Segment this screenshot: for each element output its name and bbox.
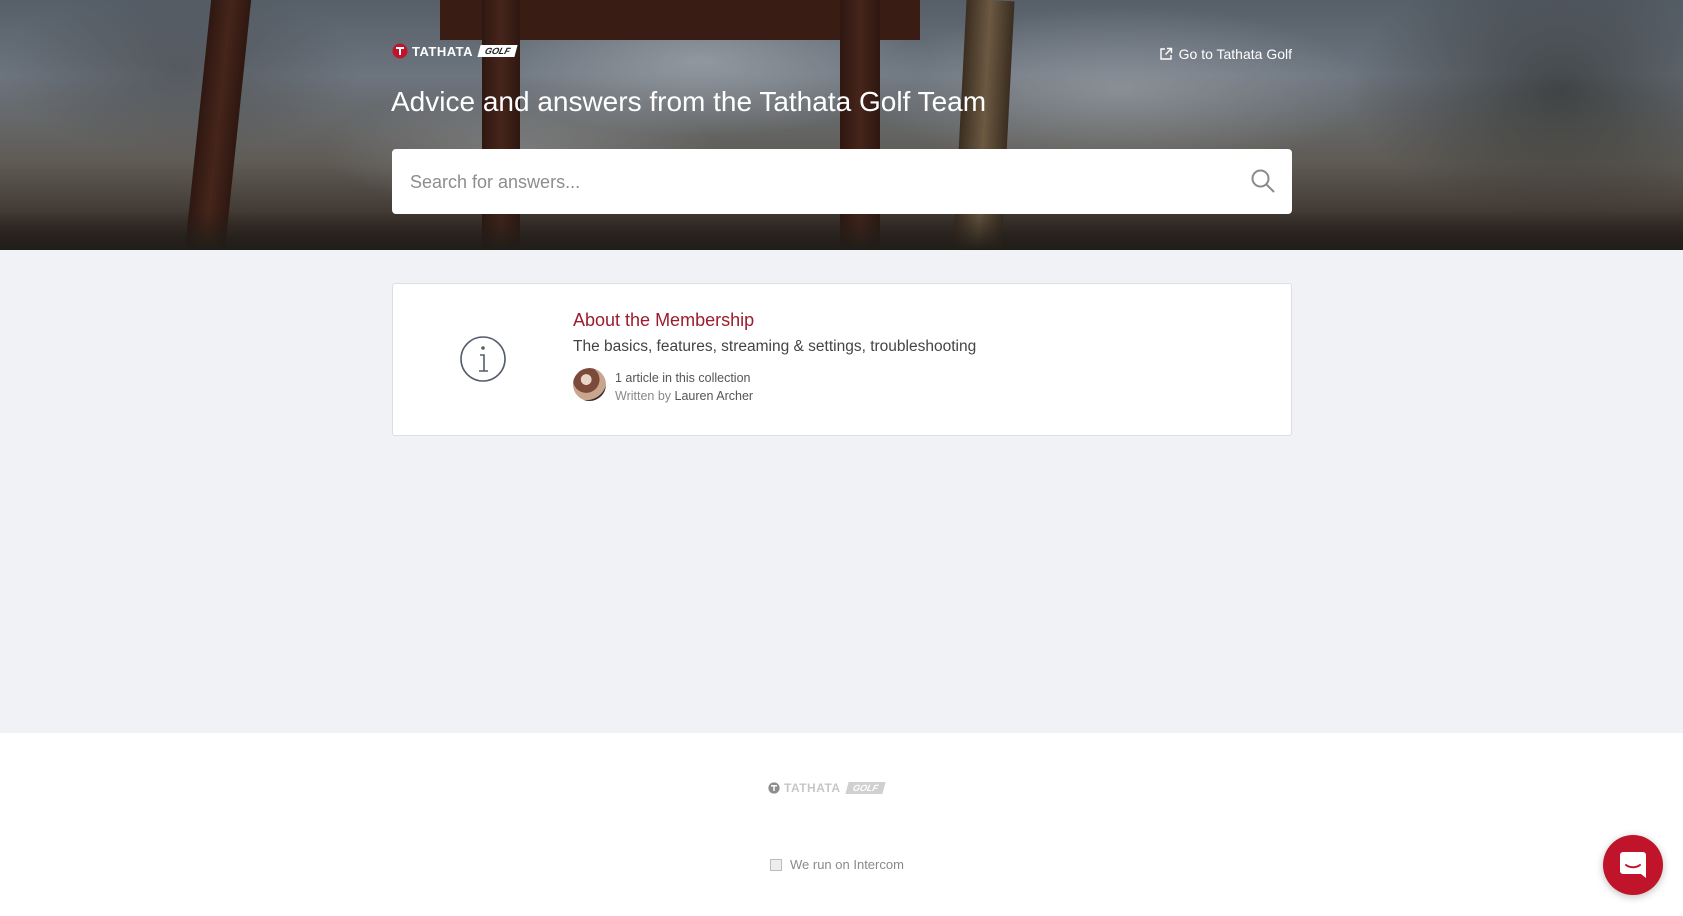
brand-mark-icon [768,782,780,794]
intercom-label: We run on Intercom [790,857,904,872]
author-name: Lauren Archer [674,389,754,403]
brand-suffix: GOLF [477,45,518,57]
search-icon[interactable] [1250,168,1276,194]
search-box [392,149,1292,216]
page-headline: Advice and answers from the Tathata Golf… [391,86,987,117]
author-avatar [573,368,606,401]
collection-title: About the Membership [573,310,755,330]
footer-brand-suffix: GOLF [844,782,886,794]
collection-card[interactable]: About the Membership The basics, feature… [392,283,1292,436]
footer-logo[interactable]: TATHATA GOLF [768,781,886,795]
brand-mark-icon [392,43,408,59]
chat-icon [1620,852,1646,878]
brand-logo[interactable]: TATHATA GOLF [392,42,518,60]
brand-name: TATHATA [412,43,474,59]
go-to-site-link[interactable]: Go to Tathata Golf [1159,46,1292,62]
footer-brand-name: TATHATA [784,781,841,795]
written-by-label: Written by [615,389,672,403]
footer: TATHATA GOLF We run on Intercom [0,733,1683,916]
intercom-icon [770,858,782,871]
collection-description: The basics, features, streaming & settin… [573,338,977,355]
go-to-site-label: Go to Tathata Golf [1178,46,1292,62]
external-link-icon [1159,47,1172,60]
messenger-launcher-button[interactable] [1603,835,1663,895]
help-center-page: TATHATA GOLF Go to Tathata Golf Advice a… [0,0,1683,916]
intercom-link[interactable]: We run on Intercom [770,857,904,872]
search-input[interactable] [408,149,1232,216]
article-count: 1 article in this collection [615,371,751,385]
info-icon [460,336,506,382]
header: TATHATA GOLF Go to Tathata Golf Advice a… [0,0,1683,250]
author-line: Written by Lauren Archer [615,389,753,403]
